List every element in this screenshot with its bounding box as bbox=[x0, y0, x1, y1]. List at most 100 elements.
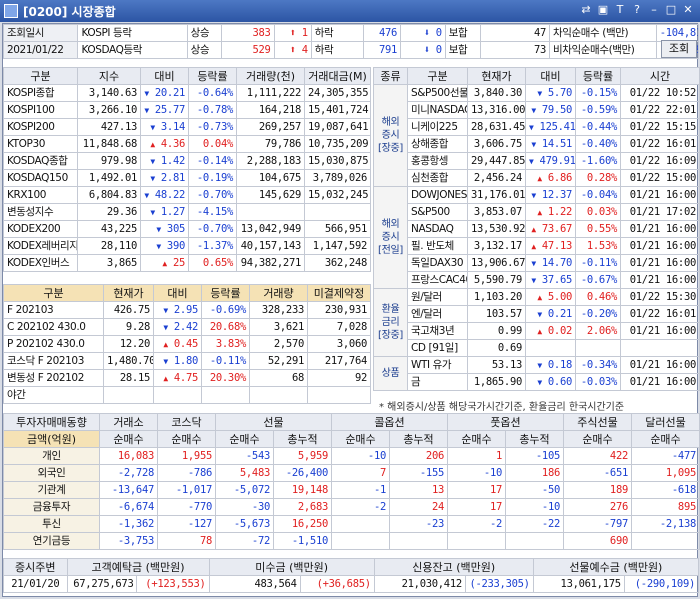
pin-icon[interactable]: T bbox=[613, 3, 627, 17]
column-subheader: 순매수 bbox=[331, 430, 390, 448]
investor-row[interactable]: 연기금등 -3,753 78 -72 -1,510 690 bbox=[3, 532, 700, 550]
index-change: ▼ 48.22 bbox=[140, 186, 189, 204]
futures-row[interactable]: 변동성 F 202102 28.15 ▲ 4.75 20.30% 68 92 bbox=[3, 369, 371, 387]
lower-limit: ⬇ 0 bbox=[400, 41, 446, 59]
index-name: KOSDAQ150 bbox=[3, 169, 78, 187]
index-value: 979.98 bbox=[77, 152, 141, 170]
instrument-price: 13,316.00 bbox=[467, 101, 526, 119]
investor-value: -105 bbox=[505, 447, 564, 465]
investor-row[interactable]: 기관계 -13,647 -1,017 -5,072 19,148 -1 13 17 -50 189… bbox=[3, 481, 700, 499]
world-row[interactable]: 홍콩항셍 29,447.85 ▼ 479.91 -1.60% 01/22 16:09 bbox=[374, 152, 700, 170]
market-funds-table: 증시주변 고객예탁금 (백만원) 미수금 (백만원) 신용잔고 (백만원) 선물예수금 … bbox=[3, 558, 700, 593]
up-arrow-icon: ▲ bbox=[531, 224, 536, 234]
close-icon[interactable]: ✕ bbox=[681, 3, 695, 17]
world-row[interactable]: 엔/달러 103.57 ▼ 0.21 -0.20% 01/22 16:01 bbox=[374, 305, 700, 323]
index-row[interactable]: KRX100 6,804.83 ▼ 48.22 -0.70% 145,629 15,032… bbox=[3, 186, 371, 204]
futures-volume: 52,291 bbox=[249, 352, 308, 370]
column-header: 콜옵션 bbox=[331, 413, 448, 431]
investor-value: -23 bbox=[389, 515, 448, 533]
world-row[interactable]: CD [91일] 0.69 bbox=[374, 339, 700, 357]
instrument-change: ▼ 79.50 bbox=[525, 101, 576, 119]
world-row[interactable]: 해외 증시 [전일] DOWJONES 31,176.01 ▼ 12.37 -0.04%… bbox=[373, 186, 700, 289]
net-buy-label: 차익순매수 (백만) bbox=[549, 24, 657, 42]
world-row[interactable]: 프랑스CAC40 5,590.79 ▼ 37.65 -0.67% 01/21 16:00 bbox=[374, 271, 700, 289]
futures-name: 변동성 F 202102 bbox=[3, 369, 104, 387]
column-header: 구분 bbox=[3, 67, 78, 85]
up-label: 상승 bbox=[186, 24, 223, 42]
instrument-rate: 1.53% bbox=[575, 237, 621, 255]
futures-row[interactable]: P 202102 430.0 12.20 ▲ 0.45 3.83% 2,570 3,060 bbox=[3, 335, 371, 353]
futures-rate: -0.11% bbox=[201, 352, 250, 370]
index-row[interactable]: KOSPI200 427.13 ▼ 3.14 -0.73% 269,257 19,087,… bbox=[3, 118, 371, 136]
query-button[interactable]: 조회 bbox=[661, 40, 697, 58]
index-row[interactable]: KODEX200 43,225 ▼ 305 -0.70% 13,042,949 566,9… bbox=[3, 220, 371, 238]
investor-value: -2,728 bbox=[99, 464, 158, 482]
index-row[interactable]: KTOP30 11,848.68 ▲ 4.36 0.04% 79,786 10,735,2… bbox=[3, 135, 371, 153]
futures-row[interactable]: 코스닥 F 202103 1,480.70 ▼ 1.80 -0.11% 52,291 21… bbox=[3, 352, 371, 370]
column-header: 거래량(천) bbox=[236, 67, 305, 85]
help-icon[interactable]: ? bbox=[630, 3, 644, 17]
investor-value: -30 bbox=[215, 498, 274, 516]
world-row[interactable]: 해외 증시 [장중] S&P500선물 3,840.30 ▼ 5.70 -0.15% 01… bbox=[373, 84, 700, 187]
world-row[interactable]: 상품 WTI 유가 53.13 ▼ 0.18 -0.34% 01/21 16:00 bbox=[373, 356, 700, 391]
world-row[interactable]: 상해종합 3,606.75 ▼ 14.51 -0.40% 01/22 16:01 bbox=[374, 135, 700, 153]
index-name: KOSPI200 bbox=[3, 118, 78, 136]
index-volume: 104,675 bbox=[236, 169, 305, 187]
investor-name: 외국인 bbox=[3, 464, 100, 482]
index-row[interactable]: KOSPI종합 3,140.63 ▼ 20.21 -0.64% 1,111,222 24,… bbox=[3, 84, 371, 102]
futures-name: P 202102 430.0 bbox=[3, 335, 104, 353]
futures-change: ▼ 2.95 bbox=[153, 301, 202, 319]
index-row[interactable]: KODEX레버리지 28,110 ▼ 390 -1.37% 40,157,143 1,14… bbox=[3, 237, 371, 255]
world-row[interactable]: 미니NASDAQ 13,316.00 ▼ 79.50 -0.59% 01/22 22:0… bbox=[374, 101, 700, 119]
maximize-icon[interactable]: □ bbox=[664, 3, 678, 17]
down-arrow-icon: ▼ bbox=[529, 156, 534, 166]
investor-value: 690 bbox=[563, 532, 632, 550]
instrument-price: 0.69 bbox=[467, 339, 526, 357]
index-row[interactable]: KOSPI100 3,266.10 ▼ 25.77 -0.78% 164,218 15,4… bbox=[3, 101, 371, 119]
instrument-change bbox=[525, 339, 576, 357]
investor-value: 1,955 bbox=[157, 447, 216, 465]
investor-value: -651 bbox=[563, 464, 632, 482]
world-row[interactable]: 독일DAX30 13,906.67 ▼ 14.70 -0.11% 01/21 16:00 bbox=[374, 254, 700, 272]
world-row[interactable]: NASDAQ 13,530.92 ▲ 73.67 0.55% 01/21 16:00 bbox=[374, 220, 700, 238]
link-icon[interactable]: ⇄ bbox=[579, 3, 593, 17]
index-row[interactable]: KOSDAQ150 1,492.01 ▼ 2.81 -0.19% 104,675 3,78… bbox=[3, 169, 371, 187]
futures-row[interactable]: F 202103 426.75 ▼ 2.95 -0.69% 328,233 230,931 bbox=[3, 301, 371, 319]
world-row[interactable]: 국고채3년 0.99 ▲ 0.02 2.06% 01/21 16:00 bbox=[374, 322, 700, 340]
investor-row[interactable]: 금융투자 -6,674 -770 -30 2,683 -2 24 17 -10 276 895 bbox=[3, 498, 700, 516]
instrument-rate: -0.59% bbox=[575, 101, 621, 119]
investor-row[interactable]: 외국인 -2,728 -786 5,483 -26,400 7 -155 -10 186 -651… bbox=[3, 464, 700, 482]
world-row[interactable]: 금 1,865.90 ▼ 0.60 -0.03% 01/21 16:00 bbox=[374, 373, 700, 391]
investor-value: 17 bbox=[447, 481, 506, 499]
investor-value: 5,959 bbox=[273, 447, 332, 465]
instrument-price: 1,103.20 bbox=[467, 288, 526, 306]
flat-count: 47 bbox=[479, 24, 551, 42]
instrument-change: ▲ 73.67 bbox=[525, 220, 576, 238]
investor-row[interactable]: 투신 -1,362 -127 -5,673 16,250 -23 -2 -22 -797 -2,1… bbox=[3, 515, 700, 533]
index-row[interactable]: 변동성지수 29.36 ▼ 1.27 -4.15% bbox=[3, 203, 371, 221]
index-amount: 362,248 bbox=[304, 254, 371, 272]
investor-value: 16,083 bbox=[99, 447, 158, 465]
minimize-icon[interactable]: – bbox=[647, 3, 661, 17]
index-name: KOSPI종합 bbox=[3, 84, 78, 102]
world-row[interactable]: 필. 반도체 3,132.17 ▲ 47.13 1.53% 01/21 16:00 bbox=[374, 237, 700, 255]
index-row[interactable]: KOSDAQ종합 979.98 ▼ 1.42 -0.14% 2,288,183 15,03… bbox=[3, 152, 371, 170]
futures-volume: 2,570 bbox=[249, 335, 308, 353]
world-row[interactable]: S&P500 3,853.07 ▲ 1.22 0.03% 01/21 17:02 bbox=[374, 203, 700, 221]
copy-icon[interactable]: ▣ bbox=[596, 3, 610, 17]
investor-value: -770 bbox=[157, 498, 216, 516]
investor-value: -50 bbox=[505, 481, 564, 499]
futures-row[interactable]: C 202102 430.0 9.28 ▼ 2.42 20.68% 3,621 7,028 bbox=[3, 318, 371, 336]
futures-row[interactable]: 야간 bbox=[3, 386, 371, 404]
world-row[interactable]: 환율 금리 [장중] 원/달러 1,103.20 ▲ 5.00 0.46% 01/22 1… bbox=[373, 288, 700, 357]
investor-row[interactable]: 개인 16,083 1,955 -543 5,959 -10 206 1 -105 422 -477 bbox=[3, 447, 700, 465]
group-label: 해외 증시 [장중] bbox=[373, 84, 408, 187]
index-amount: 15,401,724 bbox=[304, 101, 371, 119]
down-arrow-icon: ▼ bbox=[156, 241, 161, 251]
column-header: 구분 bbox=[3, 284, 104, 302]
funds-change: (+123,553) bbox=[136, 575, 210, 593]
world-row[interactable]: 심천종합 2,456.24 ▲ 6.86 0.28% 01/22 15:00 bbox=[374, 169, 700, 187]
world-row[interactable]: 니케이225 28,631.45 ▼ 125.41 -0.44% 01/22 15:15 bbox=[374, 118, 700, 136]
down-arrow-icon: ▼ bbox=[531, 139, 536, 149]
index-row[interactable]: KODEX인버스 3,865 ▲ 25 0.65% 94,382,271 362,248 bbox=[3, 254, 371, 272]
